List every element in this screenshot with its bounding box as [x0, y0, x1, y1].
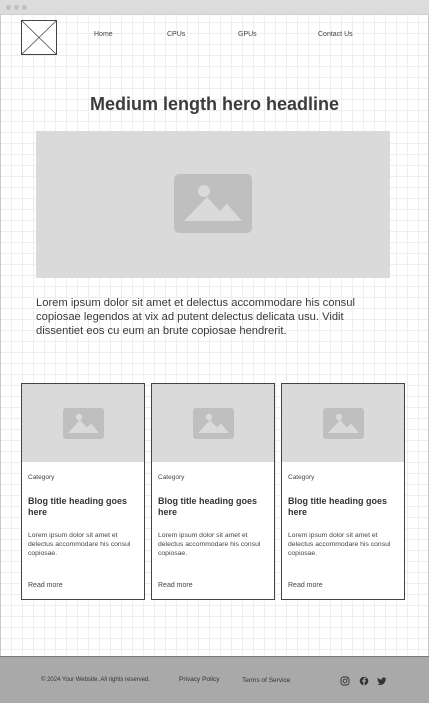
card-title[interactable]: Blog title heading goes here	[28, 496, 140, 518]
read-more-link[interactable]: Read more	[28, 582, 63, 589]
footer: © 2024 Your Website. All rights reserved…	[0, 656, 429, 703]
card-category: Category	[28, 474, 55, 481]
card-excerpt: Lorem ipsum dolor sit amet et delectus a…	[288, 532, 391, 557]
hero-paragraph: Lorem ipsum dolor sit amet et delectus a…	[36, 297, 355, 337]
card-title[interactable]: Blog title heading goes here	[288, 496, 400, 518]
window-dot	[22, 5, 27, 10]
image-icon	[174, 174, 252, 233]
instagram-icon[interactable]	[340, 676, 350, 686]
window-dot	[14, 5, 19, 10]
card-excerpt: Lorem ipsum dolor sit amet et delectus a…	[28, 532, 131, 557]
logo-placeholder-icon	[22, 21, 56, 54]
blog-card[interactable]: Category Blog title heading goes here Lo…	[151, 383, 275, 600]
card-category: Category	[288, 474, 315, 481]
image-icon	[323, 408, 364, 439]
hero-headline: Medium length hero headline	[89, 94, 340, 114]
nav-gpus-link[interactable]: GPUs	[238, 31, 257, 38]
card-image-placeholder	[282, 384, 404, 462]
twitter-icon[interactable]	[377, 676, 387, 686]
read-more-link[interactable]: Read more	[158, 582, 193, 589]
terms-of-service-link[interactable]: Terms of Service	[242, 677, 290, 684]
nav-contact-link[interactable]: Contact Us	[318, 31, 353, 38]
nav-cpus-link[interactable]: CPUs	[167, 31, 185, 38]
facebook-icon[interactable]	[359, 676, 369, 686]
window-titlebar	[0, 0, 429, 15]
read-more-link[interactable]: Read more	[288, 582, 323, 589]
logo-placeholder[interactable]	[21, 20, 57, 55]
image-icon	[193, 408, 234, 439]
image-icon	[63, 408, 104, 439]
card-title[interactable]: Blog title heading goes here	[158, 496, 270, 518]
card-image-placeholder	[22, 384, 144, 462]
hero-image-placeholder	[36, 131, 390, 278]
blog-card[interactable]: Category Blog title heading goes here Lo…	[281, 383, 405, 600]
privacy-policy-link[interactable]: Privacy Policy	[179, 676, 219, 683]
card-image-placeholder	[152, 384, 274, 462]
footer-copyright: © 2024 Your Website. All rights reserved…	[41, 677, 151, 683]
blog-card[interactable]: Category Blog title heading goes here Lo…	[21, 383, 145, 600]
card-excerpt: Lorem ipsum dolor sit amet et delectus a…	[158, 532, 261, 557]
nav-home-link[interactable]: Home	[94, 31, 113, 38]
window-dot	[6, 5, 11, 10]
card-category: Category	[158, 474, 185, 481]
